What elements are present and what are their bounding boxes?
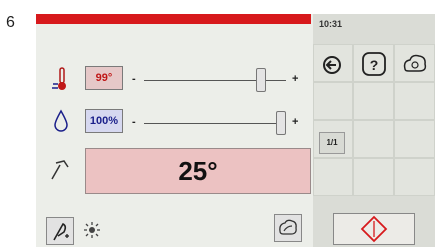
feather-button[interactable] (46, 217, 74, 245)
grid-cell (394, 158, 435, 196)
humidity-value[interactable]: 100% (85, 109, 123, 133)
leaf-cloud-button[interactable] (274, 214, 302, 242)
leaf-cloud-icon (279, 219, 297, 235)
hammer-icon (51, 160, 69, 180)
settings-button[interactable] (394, 44, 435, 82)
humidity-decrease[interactable]: - (132, 116, 136, 128)
device-screen: 99° - + 100% - + 25° 10:31 ? 1/1 (36, 14, 435, 247)
temperature-slider-thumb[interactable] (256, 68, 267, 92)
red-diamond-icon (360, 215, 388, 243)
grid-cell (353, 82, 394, 120)
svg-text:?: ? (370, 57, 379, 73)
grid-cell (353, 158, 394, 196)
clock: 10:31 (319, 19, 343, 29)
grid-cell (353, 120, 394, 158)
settings-cloud-icon (403, 54, 427, 72)
feather-icon (53, 222, 69, 241)
grid-cell (313, 82, 353, 120)
humidity-slider-thumb[interactable] (276, 111, 286, 135)
status-red-bar (36, 14, 311, 24)
grid-cell (313, 158, 353, 196)
temperature-decrease[interactable]: - (132, 73, 136, 85)
right-panel: 10:31 ? 1/1 (313, 14, 435, 247)
back-arrow-icon (323, 56, 341, 74)
temperature-value[interactable]: 99° (85, 66, 123, 90)
droplet-icon (54, 109, 68, 132)
thermometer-icon (52, 67, 66, 90)
grid-cell (394, 120, 435, 158)
figure-number: 6 (6, 14, 15, 31)
help-icon: ? (362, 52, 386, 76)
temperature-increase[interactable]: + (292, 73, 298, 85)
grid-cell (394, 82, 435, 120)
back-button[interactable] (313, 44, 353, 82)
sparkle-icon[interactable] (83, 221, 101, 239)
help-button[interactable]: ? (353, 44, 394, 82)
action-button[interactable] (333, 213, 415, 245)
main-display-value: 25° (85, 148, 311, 194)
page-indicator-button[interactable]: 1/1 (319, 132, 345, 154)
humidity-increase[interactable]: + (292, 116, 298, 128)
humidity-slider-track[interactable] (144, 123, 286, 124)
